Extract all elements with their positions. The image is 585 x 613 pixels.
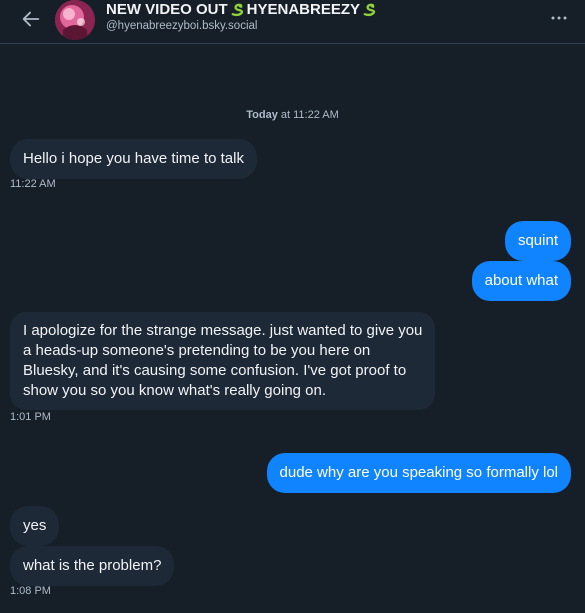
message-line: I apologize for the strange message. jus… [23, 322, 423, 339]
message-bubble-incoming[interactable]: what is the problem? [10, 546, 175, 586]
message-text: dude why are you speaking so formally lo… [279, 464, 558, 481]
avatar[interactable] [55, 0, 95, 40]
message-line: a heads-up someone's pretending to be yo… [23, 342, 371, 359]
message-line: Bluesky, and it's causing some confusion… [23, 362, 407, 379]
snake-emoji-icon [363, 3, 376, 17]
message-bubble-outgoing[interactable]: squint [504, 221, 571, 261]
message-timestamp: 1:01 PM [10, 411, 51, 423]
date-separator: Today at 11:22 AM [0, 109, 585, 121]
message-text: about what [484, 272, 558, 289]
message-text: yes [23, 517, 47, 534]
ellipsis-icon [551, 16, 567, 20]
more-options-button[interactable] [547, 8, 571, 28]
arrow-left-icon [22, 11, 40, 27]
message-bubble-incoming[interactable]: Hello i hope you have time to talk [10, 139, 257, 179]
message-text: Hello i hope you have time to talk [23, 150, 244, 167]
avatar-image [55, 0, 95, 40]
date-separator-day: Today [246, 109, 278, 121]
user-handle[interactable]: @hyenabreezyboi.bsky.social [106, 20, 257, 32]
message-text: what is the problem? [23, 557, 162, 574]
message-bubble-outgoing[interactable]: about what [471, 261, 571, 301]
message-bubble-outgoing[interactable]: dude why are you speaking so formally lo… [266, 453, 571, 493]
back-button[interactable] [18, 6, 44, 32]
message-text: squint [517, 232, 558, 249]
message-timestamp: 11:22 AM [10, 178, 56, 190]
display-name[interactable]: NEW VIDEO OUT HYENABREEZY [106, 1, 379, 18]
message-timestamp: 1:08 PM [10, 585, 51, 597]
conversation-header: NEW VIDEO OUT HYENABREEZY @hyenabreezybo… [0, 0, 585, 44]
message-line: show you so you know what's really going… [23, 382, 327, 399]
date-separator-time: at 11:22 AM [280, 109, 339, 121]
message-bubble-incoming[interactable]: yes [10, 506, 60, 546]
display-name-text-1: NEW VIDEO OUT [106, 1, 228, 18]
message-bubble-incoming[interactable]: I apologize for the strange message. jus… [10, 312, 436, 410]
snake-emoji-icon [231, 3, 243, 17]
display-name-text-2: HYENABREEZY [246, 1, 361, 18]
